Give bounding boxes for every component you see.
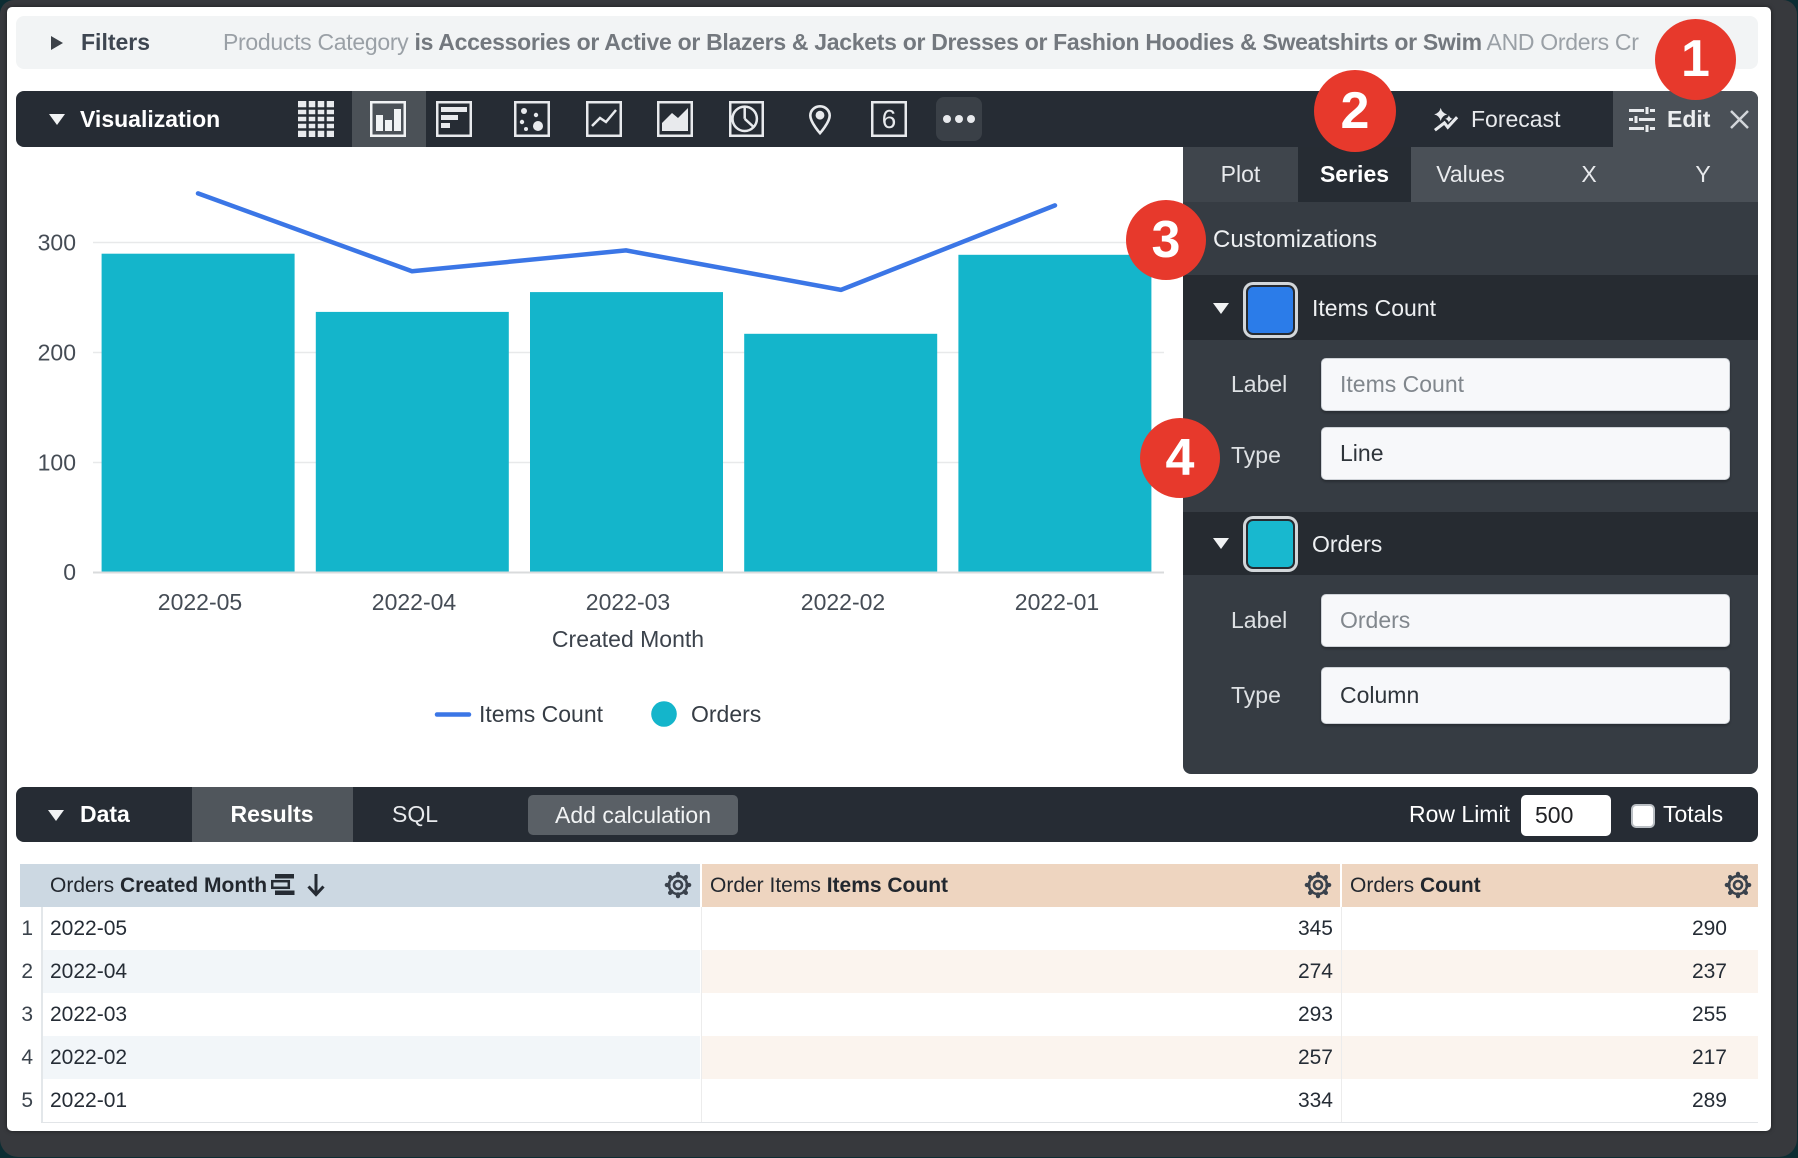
- svg-text:2022-03: 2022-03: [586, 589, 670, 615]
- svg-text:Items Count: Items Count: [479, 701, 604, 727]
- svg-text:2022-05: 2022-05: [158, 589, 242, 615]
- svg-text:6: 6: [882, 104, 896, 134]
- svg-text:2022-02: 2022-02: [801, 589, 885, 615]
- svg-text:2022-04: 2022-04: [372, 589, 457, 615]
- svg-text:100: 100: [38, 450, 76, 476]
- svg-text:0: 0: [63, 559, 76, 585]
- svg-text:Forecast: Forecast: [1471, 106, 1561, 132]
- svg-text:Orders: Orders: [691, 701, 761, 727]
- svg-text:2022-01: 2022-01: [1015, 589, 1099, 615]
- svg-text:300: 300: [38, 230, 76, 256]
- svg-text:Edit: Edit: [1667, 106, 1711, 132]
- svg-text:200: 200: [38, 340, 76, 366]
- svg-text:Created Month: Created Month: [552, 626, 704, 652]
